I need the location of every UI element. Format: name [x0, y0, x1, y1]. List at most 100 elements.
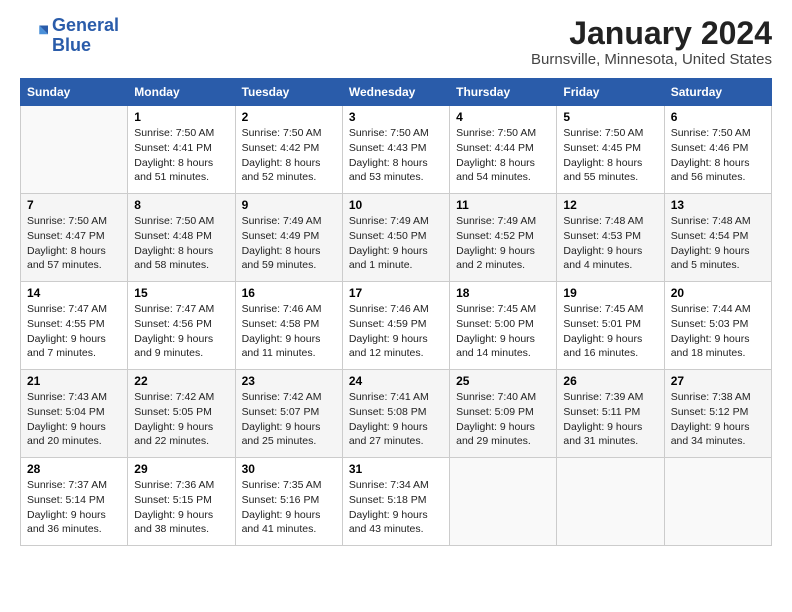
day-content: Sunrise: 7:46 AM Sunset: 4:59 PM Dayligh…: [349, 302, 443, 361]
day-content: Sunrise: 7:42 AM Sunset: 5:07 PM Dayligh…: [242, 390, 336, 449]
day-number: 25: [456, 374, 550, 388]
day-number: 21: [27, 374, 121, 388]
day-content: Sunrise: 7:50 AM Sunset: 4:46 PM Dayligh…: [671, 126, 765, 185]
calendar-cell: 30Sunrise: 7:35 AM Sunset: 5:16 PM Dayli…: [235, 458, 342, 546]
logo-text: General Blue: [52, 16, 119, 56]
header: General Blue January 2024 Burnsville, Mi…: [20, 16, 772, 68]
logo-icon: [20, 22, 48, 50]
day-content: Sunrise: 7:50 AM Sunset: 4:41 PM Dayligh…: [134, 126, 228, 185]
calendar-cell: 25 Sunrise: 7:40 AM Sunset: 5:09 PM Dayli…: [450, 370, 557, 458]
calendar-cell: 27Sunrise: 7:38 AM Sunset: 5:12 PM Dayli…: [664, 370, 771, 458]
header-row: SundayMondayTuesdayWednesdayThursdayFrid…: [21, 79, 772, 106]
location-title: Burnsville, Minnesota, United States: [531, 51, 772, 68]
day-content: Sunrise: 7:50 AM Sunset: 4:47 PM Dayligh…: [27, 214, 121, 273]
day-header-wednesday: Wednesday: [342, 79, 449, 106]
day-header-tuesday: Tuesday: [235, 79, 342, 106]
day-content: Sunrise: 7:48 AM Sunset: 4:53 PM Dayligh…: [563, 214, 657, 273]
day-content: Sunrise: 7:36 AM Sunset: 5:15 PM Dayligh…: [134, 478, 228, 537]
day-number: 11: [456, 198, 550, 212]
calendar-cell: 24 Sunrise: 7:41 AM Sunset: 5:08 PM Dayli…: [342, 370, 449, 458]
calendar-cell: 7 Sunrise: 7:50 AM Sunset: 4:47 PM Daylig…: [21, 194, 128, 282]
day-number: 13: [671, 198, 765, 212]
week-row-4: 21 Sunrise: 7:43 AM Sunset: 5:04 PM Dayli…: [21, 370, 772, 458]
day-content: Sunrise: 7:48 AM Sunset: 4:54 PM Dayligh…: [671, 214, 765, 273]
calendar-cell: [557, 458, 664, 546]
day-number: 16: [242, 286, 336, 300]
day-content: Sunrise: 7:38 AM Sunset: 5:12 PM Dayligh…: [671, 390, 765, 449]
day-number: 18: [456, 286, 550, 300]
day-header-sunday: Sunday: [21, 79, 128, 106]
calendar-cell: 18 Sunrise: 7:45 AM Sunset: 5:00 PM Dayli…: [450, 282, 557, 370]
day-number: 12: [563, 198, 657, 212]
day-number: 29: [134, 462, 228, 476]
calendar-cell: 21 Sunrise: 7:43 AM Sunset: 5:04 PM Dayli…: [21, 370, 128, 458]
day-content: Sunrise: 7:49 AM Sunset: 4:49 PM Dayligh…: [242, 214, 336, 273]
day-content: Sunrise: 7:41 AM Sunset: 5:08 PM Dayligh…: [349, 390, 443, 449]
day-number: 19: [563, 286, 657, 300]
day-content: Sunrise: 7:50 AM Sunset: 4:42 PM Dayligh…: [242, 126, 336, 185]
day-number: 4: [456, 110, 550, 124]
day-number: 10: [349, 198, 443, 212]
month-title: January 2024: [531, 16, 772, 51]
calendar-cell: 26 Sunrise: 7:39 AM Sunset: 5:11 PM Dayli…: [557, 370, 664, 458]
day-header-monday: Monday: [128, 79, 235, 106]
calendar-cell: 20 Sunrise: 7:44 AM Sunset: 5:03 PM Dayli…: [664, 282, 771, 370]
day-content: Sunrise: 7:37 AM Sunset: 5:14 PM Dayligh…: [27, 478, 121, 537]
day-content: Sunrise: 7:49 AM Sunset: 4:50 PM Dayligh…: [349, 214, 443, 273]
day-content: Sunrise: 7:46 AM Sunset: 4:58 PM Dayligh…: [242, 302, 336, 361]
day-content: Sunrise: 7:47 AM Sunset: 4:56 PM Dayligh…: [134, 302, 228, 361]
calendar-cell: 1 Sunrise: 7:50 AM Sunset: 4:41 PM Daylig…: [128, 106, 235, 194]
day-content: Sunrise: 7:49 AM Sunset: 4:52 PM Dayligh…: [456, 214, 550, 273]
calendar-cell: 16 Sunrise: 7:46 AM Sunset: 4:58 PM Dayli…: [235, 282, 342, 370]
calendar-cell: 14Sunrise: 7:47 AM Sunset: 4:55 PM Dayli…: [21, 282, 128, 370]
calendar-cell: 13 Sunrise: 7:48 AM Sunset: 4:54 PM Dayli…: [664, 194, 771, 282]
calendar-cell: 17Sunrise: 7:46 AM Sunset: 4:59 PM Dayli…: [342, 282, 449, 370]
calendar-cell: 15 Sunrise: 7:47 AM Sunset: 4:56 PM Dayli…: [128, 282, 235, 370]
day-number: 28: [27, 462, 121, 476]
calendar-cell: 19 Sunrise: 7:45 AM Sunset: 5:01 PM Dayli…: [557, 282, 664, 370]
calendar-cell: 29 Sunrise: 7:36 AM Sunset: 5:15 PM Dayli…: [128, 458, 235, 546]
day-content: Sunrise: 7:43 AM Sunset: 5:04 PM Dayligh…: [27, 390, 121, 449]
day-number: 7: [27, 198, 121, 212]
day-header-thursday: Thursday: [450, 79, 557, 106]
logo: General Blue: [20, 16, 119, 56]
day-content: Sunrise: 7:45 AM Sunset: 5:01 PM Dayligh…: [563, 302, 657, 361]
day-content: Sunrise: 7:44 AM Sunset: 5:03 PM Dayligh…: [671, 302, 765, 361]
day-content: Sunrise: 7:34 AM Sunset: 5:18 PM Dayligh…: [349, 478, 443, 537]
calendar-cell: 22 Sunrise: 7:42 AM Sunset: 5:05 PM Dayli…: [128, 370, 235, 458]
day-number: 26: [563, 374, 657, 388]
calendar-cell: 28 Sunrise: 7:37 AM Sunset: 5:14 PM Dayli…: [21, 458, 128, 546]
day-number: 31: [349, 462, 443, 476]
calendar-cell: [664, 458, 771, 546]
day-number: 15: [134, 286, 228, 300]
calendar-cell: 5 Sunrise: 7:50 AM Sunset: 4:45 PM Daylig…: [557, 106, 664, 194]
calendar-cell: 9 Sunrise: 7:49 AM Sunset: 4:49 PM Daylig…: [235, 194, 342, 282]
calendar-cell: [21, 106, 128, 194]
day-number: 20: [671, 286, 765, 300]
calendar-table: SundayMondayTuesdayWednesdayThursdayFrid…: [20, 78, 772, 546]
day-header-friday: Friday: [557, 79, 664, 106]
day-number: 23: [242, 374, 336, 388]
calendar-cell: 2Sunrise: 7:50 AM Sunset: 4:42 PM Daylig…: [235, 106, 342, 194]
week-row-1: 1 Sunrise: 7:50 AM Sunset: 4:41 PM Daylig…: [21, 106, 772, 194]
day-number: 1: [134, 110, 228, 124]
week-row-2: 7 Sunrise: 7:50 AM Sunset: 4:47 PM Daylig…: [21, 194, 772, 282]
day-number: 5: [563, 110, 657, 124]
day-content: Sunrise: 7:39 AM Sunset: 5:11 PM Dayligh…: [563, 390, 657, 449]
calendar-cell: 11 Sunrise: 7:49 AM Sunset: 4:52 PM Dayli…: [450, 194, 557, 282]
day-number: 14: [27, 286, 121, 300]
day-content: Sunrise: 7:40 AM Sunset: 5:09 PM Dayligh…: [456, 390, 550, 449]
day-content: Sunrise: 7:50 AM Sunset: 4:45 PM Dayligh…: [563, 126, 657, 185]
day-number: 6: [671, 110, 765, 124]
day-content: Sunrise: 7:45 AM Sunset: 5:00 PM Dayligh…: [456, 302, 550, 361]
day-number: 8: [134, 198, 228, 212]
week-row-3: 14Sunrise: 7:47 AM Sunset: 4:55 PM Dayli…: [21, 282, 772, 370]
day-content: Sunrise: 7:42 AM Sunset: 5:05 PM Dayligh…: [134, 390, 228, 449]
day-number: 22: [134, 374, 228, 388]
calendar-cell: 31 Sunrise: 7:34 AM Sunset: 5:18 PM Dayli…: [342, 458, 449, 546]
day-content: Sunrise: 7:35 AM Sunset: 5:16 PM Dayligh…: [242, 478, 336, 537]
day-content: Sunrise: 7:50 AM Sunset: 4:44 PM Dayligh…: [456, 126, 550, 185]
day-number: 24: [349, 374, 443, 388]
day-number: 9: [242, 198, 336, 212]
day-content: Sunrise: 7:50 AM Sunset: 4:48 PM Dayligh…: [134, 214, 228, 273]
